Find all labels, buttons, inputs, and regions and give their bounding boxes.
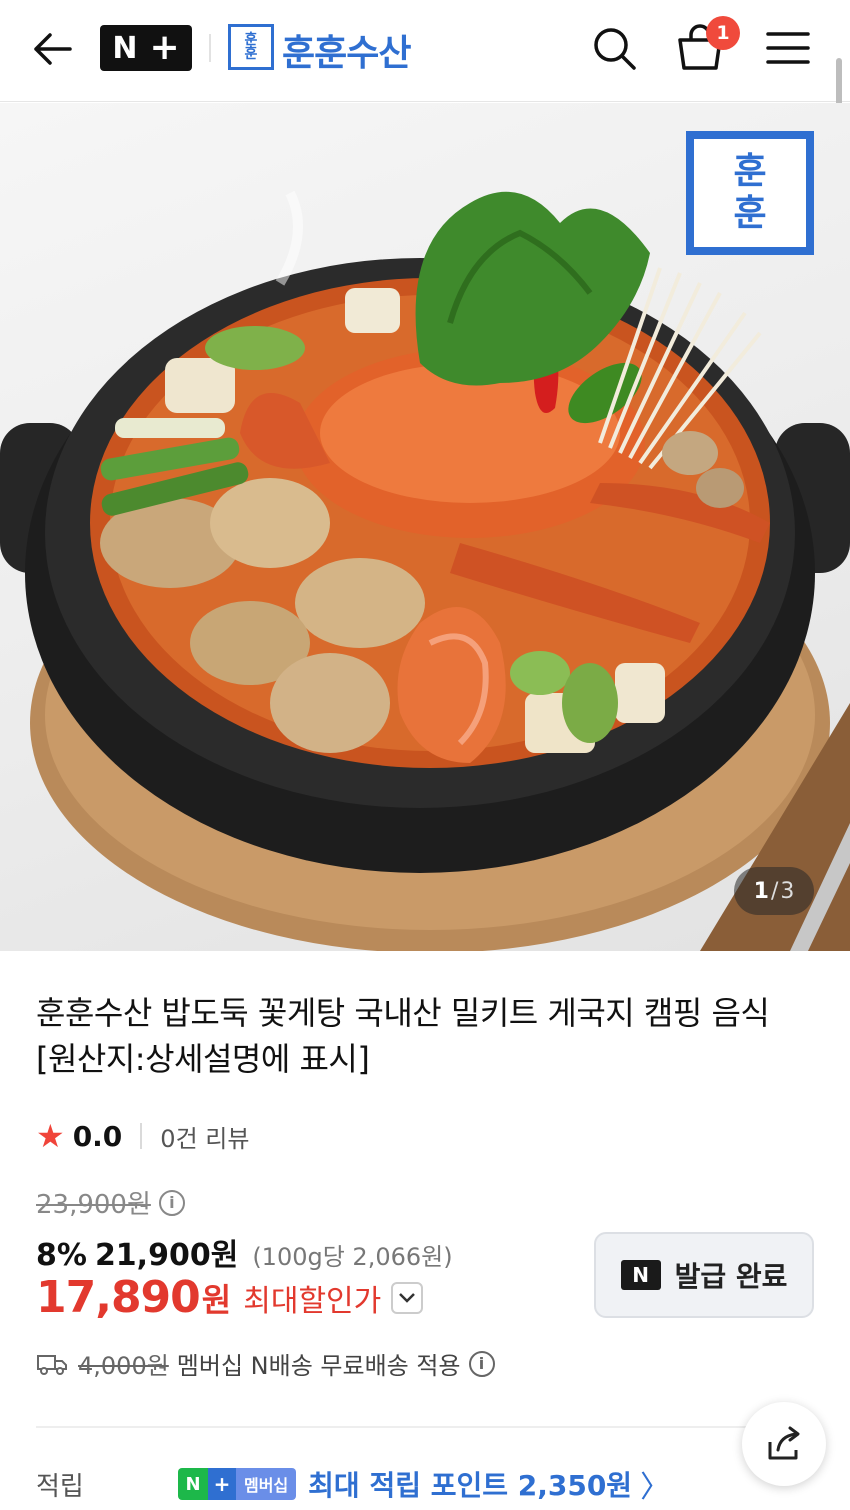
search-icon[interactable] — [588, 22, 640, 74]
cart-count-badge: 1 — [706, 16, 740, 50]
truck-icon — [37, 1354, 67, 1375]
store-logo-icon[interactable]: 훈 훈 — [228, 24, 274, 70]
store-logo-bottom: 훈 — [244, 46, 258, 62]
points-label: 적립 — [36, 1471, 84, 1502]
shipping-fee: 4,000원 — [78, 1352, 169, 1380]
rating-score: 0.0 — [72, 1119, 123, 1153]
membership-n: N — [178, 1468, 208, 1500]
sale-price: 21,900원 — [94, 1238, 239, 1273]
image-page-indicator: 1 / 3 — [734, 867, 814, 915]
membership-badge: N + 멤버십 — [178, 1468, 297, 1500]
header-divider — [209, 34, 211, 62]
star-icon: ★ — [36, 1117, 65, 1155]
share-button[interactable] — [742, 1402, 826, 1486]
share-icon — [768, 1426, 800, 1460]
info-icon[interactable]: i — [158, 1189, 185, 1216]
back-arrow-icon[interactable] — [30, 27, 74, 71]
brand-mark-bottom: 훈 — [733, 193, 767, 234]
shipping-row: 4,000원 멤버십 N배송 무료배송 적용 i — [36, 1346, 495, 1381]
store-name[interactable]: 훈훈수산 — [282, 24, 411, 76]
coupon-label: 발급 완료 — [674, 1260, 788, 1293]
original-price-row: 23,900원 i — [36, 1184, 185, 1221]
discount-percent: 8% — [36, 1238, 87, 1273]
shipping-text: 멤버십 N배송 무료배송 적용 — [176, 1352, 461, 1380]
chevron-right-icon: 〉 — [640, 1470, 671, 1505]
page-current: 1 — [753, 878, 769, 904]
points-row[interactable]: 적립 N + 멤버십 최대 적립 포인트 2,350원 〉 — [36, 1462, 670, 1506]
product-title: 훈훈수산 밥도둑 꽃게탕 국내산 밀키트 게국지 캠핑 음식 [원산지:상세설명… — [36, 994, 770, 1078]
best-price-amount: 17,890 — [36, 1272, 201, 1323]
coupon-issued-button[interactable]: N 발급 완료 — [594, 1232, 814, 1318]
rating-divider — [140, 1123, 143, 1149]
points-text: 최대 적립 포인트 2,350원 — [308, 1469, 633, 1502]
page-separator: / — [770, 878, 779, 904]
nplus-n: N — [112, 30, 138, 66]
section-divider — [36, 1426, 814, 1428]
naver-plus-store-logo[interactable]: N + — [100, 25, 192, 71]
best-price-row[interactable]: 17,890 원 최대할인가 — [36, 1272, 424, 1323]
original-price: 23,900원 — [36, 1190, 151, 1220]
unit-price: (100g당 2,066원) — [252, 1243, 453, 1271]
membership-text: 멤버십 — [236, 1468, 297, 1500]
sale-price-row: 8% 21,900원 (100g당 2,066원) — [36, 1230, 453, 1274]
shipping-info-icon[interactable]: i — [468, 1350, 495, 1377]
best-price-label: 최대할인가 — [243, 1283, 382, 1319]
review-count-link[interactable]: 0건 리뷰 — [160, 1119, 249, 1154]
membership-plus: + — [208, 1468, 236, 1500]
naver-n-icon: N — [620, 1260, 661, 1290]
rating-row[interactable]: ★ 0.0 0건 리뷰 — [36, 1117, 249, 1155]
brand-watermark-logo: 훈 훈 — [686, 131, 814, 255]
best-price-currency: 원 — [201, 1280, 232, 1319]
top-bar: N + 훈 훈 훈훈수산 1 — [0, 0, 850, 102]
chevron-down-icon[interactable] — [391, 1281, 424, 1314]
nplus-plus: + — [149, 27, 180, 68]
brand-mark-top: 훈 — [733, 151, 767, 192]
page-total: 3 — [780, 878, 795, 904]
hamburger-menu-icon[interactable] — [762, 22, 814, 74]
store-logo-top: 훈 — [244, 32, 258, 48]
product-image-carousel[interactable]: 훈 훈 1 / 3 — [0, 103, 850, 951]
